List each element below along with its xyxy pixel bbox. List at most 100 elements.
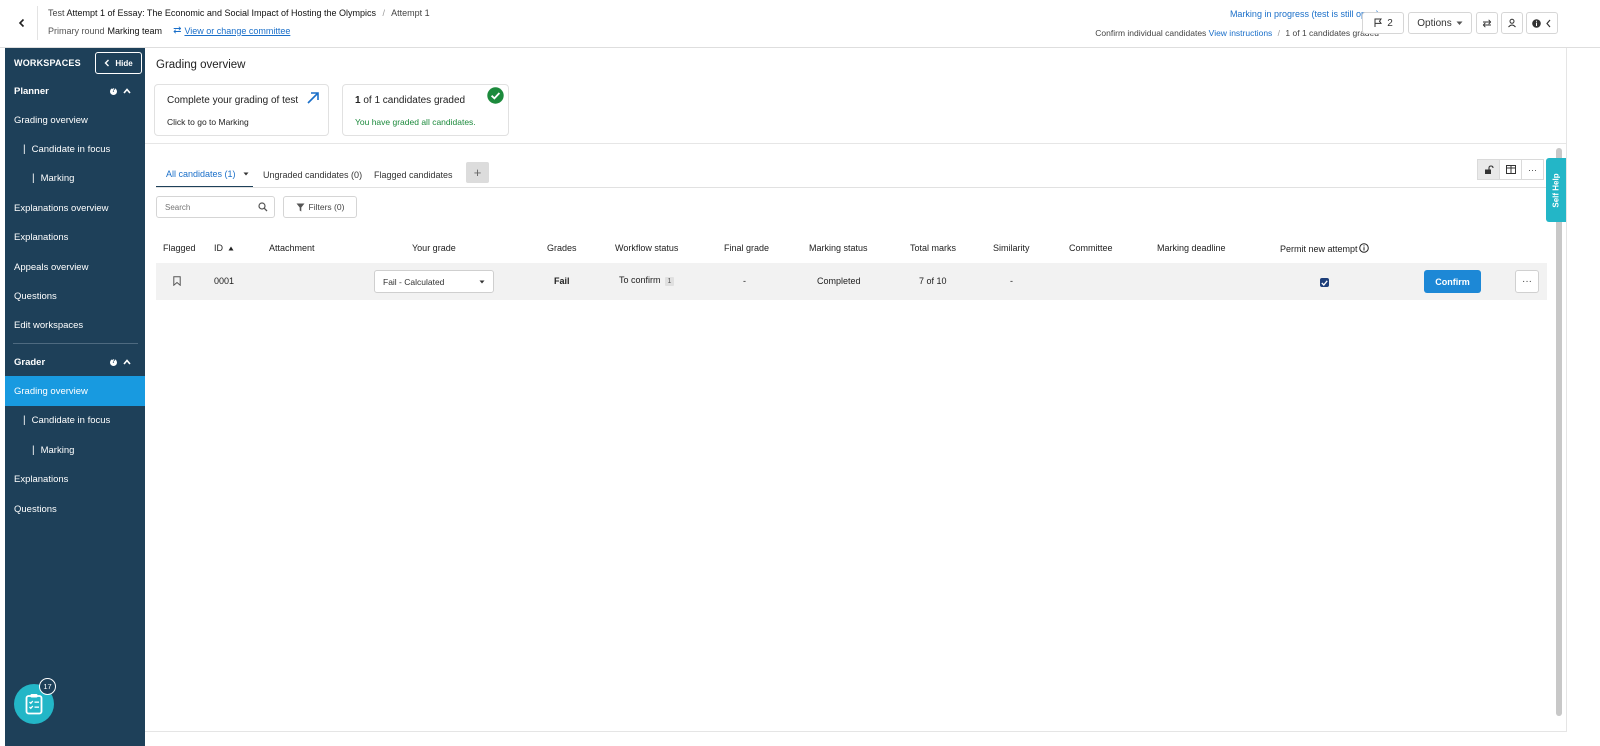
your-grade-value: Fail - Calculated [383,276,445,287]
column-header-similarity[interactable]: Similarity [993,243,1030,253]
marking-card[interactable]: Complete your grading of test Click to g… [154,84,329,136]
change-committee-link[interactable]: View or change committee [184,26,290,36]
sidebar-item-label: Grading overview [14,385,88,397]
column-header-final-grade[interactable]: Final grade [724,243,769,253]
column-header-flagged[interactable]: Flagged [163,243,196,253]
round-label: Primary round [48,25,105,36]
sidebar-item-grading-overview[interactable]: Grading overview [5,376,145,406]
sidebar-item-marking[interactable]: | Marking [5,163,145,193]
tab-ungraded-candidates[interactable]: Ungraded candidates (0) [263,162,362,188]
search-field[interactable] [156,196,275,218]
tab-label: All candidates (1) [166,169,236,179]
caret-down-icon [1456,21,1463,25]
confirm-button[interactable]: Confirm [1424,270,1481,293]
info-icon[interactable] [1358,243,1369,253]
add-tab-button[interactable]: + [466,162,489,183]
info-icon [1532,18,1541,28]
options-dropdown[interactable]: Options [1408,12,1472,34]
sidebar-item-label: Questions [14,503,57,515]
filters-button[interactable]: Filters (0) [283,196,357,218]
sidebar-item-explanations[interactable]: Explanations [5,222,145,252]
user-icon [1508,18,1516,28]
marking-status-link[interactable]: Marking in progress (test is still open) [1230,9,1379,19]
switch-button[interactable]: ⇄ [1476,12,1498,34]
help-icon[interactable]: ? [110,358,117,366]
row-actions-button[interactable]: ··· [1515,270,1539,293]
column-header-workflow-status[interactable]: Workflow status [615,243,678,253]
sidebar-item-explanations-overview[interactable]: Explanations overview [5,193,145,223]
column-header-marking-status[interactable]: Marking status [809,243,868,253]
view-instructions-link[interactable]: View instructions [1209,28,1273,38]
sidebar-group-grader[interactable]: Grader ? [5,347,145,377]
lock-toggle-button[interactable] [1477,159,1500,180]
chevron-up-icon[interactable] [123,88,131,94]
column-header-attachment[interactable]: Attachment [269,243,315,253]
column-header-label: ID [214,243,223,253]
caret-down-icon [479,280,485,284]
sidebar-item-explanations[interactable]: Explanations [5,464,145,494]
sidebar-group-planner[interactable]: Planner ? [5,76,145,106]
sidebar-item-label: Grading overview [14,114,88,126]
breadcrumb-separator: / [382,8,386,18]
group-label: Planner [14,85,49,97]
column-header-grades[interactable]: Grades [547,243,577,253]
column-header-permit-new-attempt[interactable]: Permit new attempt [1280,243,1369,254]
sidebar-item-candidate-in-focus[interactable]: | Candidate in focus [5,405,145,435]
chevron-up-icon[interactable] [123,359,131,365]
sidebar-divider [13,343,138,344]
search-input[interactable] [165,202,255,212]
sidebar-item-questions[interactable]: Questions [5,281,145,311]
tab-flagged-candidates[interactable]: Flagged candidates [374,162,453,188]
your-grade-select[interactable]: Fail - Calculated [374,270,494,293]
more-options-button[interactable]: ··· [1521,159,1544,180]
page-title: Grading overview [156,59,246,71]
self-help-label: Self Help [1551,172,1561,208]
sidebar-item-label: Marking [40,172,75,184]
column-header-id[interactable]: ID [214,243,234,253]
back-button[interactable] [6,6,38,40]
top-bar: Test Attempt 1 of Essay: The Economic an… [0,0,1600,48]
info-panel-button[interactable] [1526,12,1558,34]
column-header-marking-deadline[interactable]: Marking deadline [1157,243,1226,253]
sidebar-item-label: Explanations overview [14,202,109,214]
self-help-tab[interactable]: Self Help [1546,158,1566,222]
check-circle-icon [487,87,504,104]
hide-label: Hide [115,58,133,68]
indent-marker: | [23,414,26,426]
arrow-up-right-icon [307,92,319,104]
sidebar-item-grading-overview[interactable]: Grading overview [5,105,145,135]
user-button[interactable] [1501,12,1523,34]
permit-new-attempt-checkbox[interactable] [1320,278,1329,287]
sidebar-item-questions[interactable]: Questions [5,494,145,524]
column-header-committee[interactable]: Committee [1069,243,1113,253]
flag-count-button[interactable]: 2 [1362,12,1404,34]
breadcrumb-test-title[interactable]: Attempt 1 of Essay: The Economic and Soc… [67,8,376,18]
workflow-status-label: To confirm [619,275,661,285]
view-toolbar: ··· [1477,159,1544,180]
progress-card: 1 of 1 candidates graded You have graded… [342,84,509,136]
sidebar-item-edit-workspaces[interactable]: Edit workspaces [5,310,145,340]
indent-marker: | [23,143,26,155]
check-icon [1321,279,1328,286]
columns-toggle-button[interactable] [1499,159,1522,180]
column-header-your-grade[interactable]: Your grade [412,243,456,253]
grading-instructions: Confirm individual candidates View instr… [1095,28,1379,38]
caret-down-icon[interactable] [243,172,249,176]
tab-all-candidates[interactable]: All candidates (1) [156,162,253,188]
scrollbar-thumb[interactable] [1556,148,1562,716]
ellipsis-icon: ··· [1522,276,1532,287]
breadcrumb-attempt: Attempt 1 [391,8,430,18]
main-content: Grading overview Complete your grading o… [145,48,1567,746]
tabs-divider [156,187,1557,188]
sidebar-item-marking[interactable]: | Marking [5,435,145,465]
help-icon[interactable]: ? [110,87,117,95]
sidebar-item-appeals-overview[interactable]: Appeals overview [5,252,145,282]
ellipsis-icon: ··· [1528,164,1537,175]
column-header-total-marks[interactable]: Total marks [910,243,956,253]
hide-sidebar-button[interactable]: Hide [95,52,142,74]
sidebar-title: WORKSPACES [14,58,81,68]
graded-count: 1 [355,95,361,106]
sidebar-item-candidate-in-focus[interactable]: | Candidate in focus [5,134,145,164]
bookmark-icon[interactable] [173,276,181,286]
indent-marker: | [32,172,35,184]
